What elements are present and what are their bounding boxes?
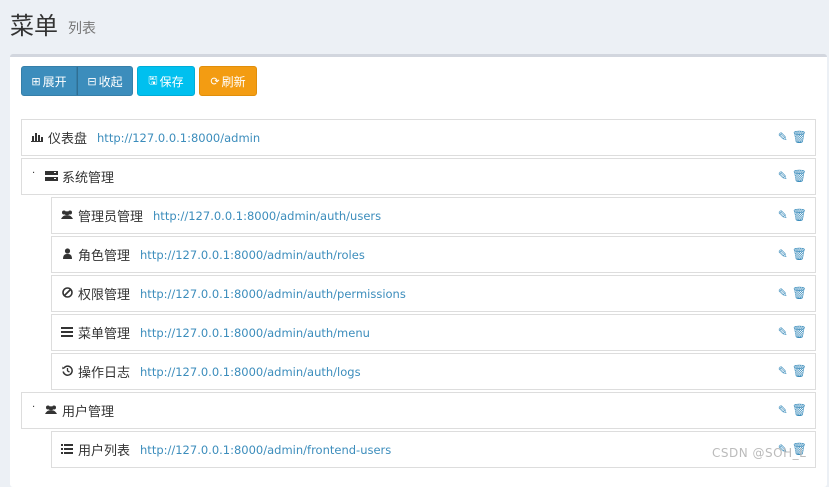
edit-icon[interactable]: ✎: [778, 247, 788, 261]
save-label: 保存: [159, 74, 184, 89]
edit-icon[interactable]: ✎: [778, 364, 788, 378]
menu-item-label: 菜单管理: [78, 327, 131, 342]
trash-icon[interactable]: 🗑: [792, 403, 807, 417]
menu-item-permissions[interactable]: 权限管理 http://127.0.0.1:8000/admin/auth/pe…: [51, 275, 816, 312]
list-icon: [60, 443, 74, 457]
edit-icon[interactable]: ✎: [778, 403, 788, 417]
expand-label: 展开: [42, 74, 67, 89]
menu-item-admin-users[interactable]: 管理员管理 http://127.0.0.1:8000/admin/auth/u…: [51, 197, 816, 234]
menu-item-user-list[interactable]: 用户列表 http://127.0.0.1:8000/admin/fronten…: [51, 431, 816, 468]
page-header: 菜单 列表: [0, 0, 829, 52]
bars-icon: [60, 326, 74, 340]
expand-button[interactable]: ⊞ 展开: [21, 66, 77, 96]
menu-item-url[interactable]: http://127.0.0.1:8000/admin/auth/menu: [140, 326, 370, 340]
plus-square-icon: ⊞: [31, 74, 41, 88]
trash-icon[interactable]: 🗑: [792, 247, 807, 261]
ban-icon: [60, 286, 74, 301]
row-actions: ✎ 🗑: [778, 286, 807, 300]
menu-item-url[interactable]: http://127.0.0.1:8000/admin/auth/roles: [140, 248, 365, 262]
menu-item-dashboard[interactable]: 仪表盘 http://127.0.0.1:8000/admin ✎ 🗑: [21, 119, 816, 156]
bar-chart-icon: [30, 131, 44, 145]
history-icon: [60, 364, 74, 379]
minus-square-icon: ⊟: [87, 74, 97, 88]
page-title: 菜单: [10, 12, 58, 40]
menu-box: ⊞ 展开 ⊟ 收起 🖫 保存 ⟳ 刷新 仪表盘 http://127.0.0.1…: [10, 54, 827, 487]
trash-icon[interactable]: 🗑: [792, 286, 807, 300]
trash-icon[interactable]: 🗑: [792, 325, 807, 339]
menu-item-url[interactable]: http://127.0.0.1:8000/admin/frontend-use…: [140, 443, 391, 457]
users-icon: [60, 209, 74, 223]
menu-item-label: 用户管理: [62, 405, 115, 420]
trash-icon[interactable]: 🗑: [792, 169, 807, 183]
row-actions: ✎ 🗑: [778, 364, 807, 378]
save-button[interactable]: 🖫 保存: [137, 66, 195, 96]
watermark: CSDN @SOH_L: [712, 446, 807, 460]
server-icon: [44, 170, 58, 184]
refresh-label: 刷新: [221, 74, 246, 89]
menu-item-label: 角色管理: [78, 249, 131, 264]
menu-item-logs[interactable]: 操作日志 http://127.0.0.1:8000/admin/auth/lo…: [51, 353, 816, 390]
page-subtitle: 列表: [68, 21, 96, 37]
trash-icon[interactable]: 🗑: [792, 208, 807, 222]
menu-item-label: 管理员管理: [78, 210, 144, 225]
menu-item-system[interactable]: · 系统管理 ✎ 🗑: [21, 158, 816, 195]
menu-item-url[interactable]: http://127.0.0.1:8000/admin/auth/permiss…: [140, 287, 406, 301]
toolbar: ⊞ 展开 ⊟ 收起 🖫 保存 ⟳ 刷新: [21, 66, 257, 96]
row-actions: ✎ 🗑: [778, 247, 807, 261]
menu-item-url[interactable]: http://127.0.0.1:8000/admin/auth/logs: [140, 365, 361, 379]
menu-item-label: 操作日志: [78, 366, 131, 381]
edit-icon[interactable]: ✎: [778, 325, 788, 339]
row-actions: ✎ 🗑: [778, 208, 807, 222]
refresh-icon: ⟳: [210, 74, 220, 88]
edit-icon[interactable]: ✎: [778, 208, 788, 222]
trash-icon[interactable]: 🗑: [792, 130, 807, 144]
menu-item-url[interactable]: http://127.0.0.1:8000/admin/auth/users: [153, 209, 381, 223]
row-actions: ✎ 🗑: [778, 325, 807, 339]
trash-icon[interactable]: 🗑: [792, 364, 807, 378]
menu-item-user-management[interactable]: · 用户管理 ✎ 🗑: [21, 392, 816, 429]
collapse-caret-icon[interactable]: ·: [32, 402, 35, 413]
save-icon: 🖫: [148, 73, 158, 87]
menu-item-roles[interactable]: 角色管理 http://127.0.0.1:8000/admin/auth/ro…: [51, 236, 816, 273]
menu-item-url[interactable]: http://127.0.0.1:8000/admin: [97, 131, 260, 145]
refresh-button[interactable]: ⟳ 刷新: [199, 66, 257, 96]
row-actions: ✎ 🗑: [778, 130, 807, 144]
edit-icon[interactable]: ✎: [778, 169, 788, 183]
users-icon: [44, 404, 58, 418]
collapse-caret-icon[interactable]: ·: [32, 168, 35, 179]
menu-item-label: 用户列表: [78, 444, 131, 459]
collapse-label: 收起: [98, 74, 123, 89]
row-actions: ✎ 🗑: [778, 169, 807, 183]
menu-item-label: 系统管理: [62, 171, 115, 186]
edit-icon[interactable]: ✎: [778, 286, 788, 300]
user-icon: [60, 247, 74, 262]
edit-icon[interactable]: ✎: [778, 130, 788, 144]
menu-item-label: 仪表盘: [48, 132, 88, 147]
menu-item-label: 权限管理: [78, 288, 131, 303]
collapse-button[interactable]: ⊟ 收起: [77, 66, 133, 96]
menu-item-menu[interactable]: 菜单管理 http://127.0.0.1:8000/admin/auth/me…: [51, 314, 816, 351]
row-actions: ✎ 🗑: [778, 403, 807, 417]
